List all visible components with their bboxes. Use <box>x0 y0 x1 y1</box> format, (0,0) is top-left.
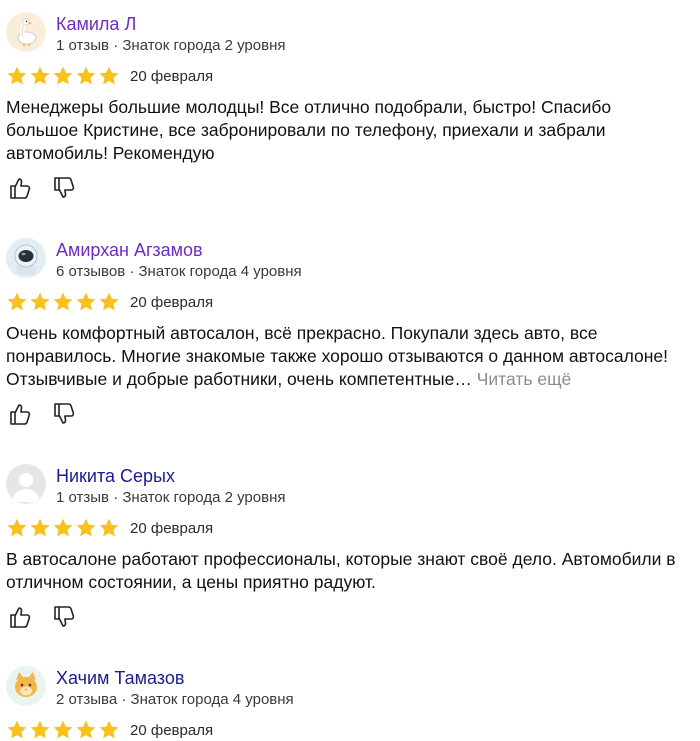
review-actions <box>8 604 78 630</box>
star-icon <box>99 720 119 739</box>
thumbs-up-icon[interactable] <box>8 401 34 427</box>
astronaut-avatar-icon[interactable] <box>6 238 46 278</box>
thumbs-down-icon[interactable] <box>52 604 78 630</box>
star-rating <box>6 719 120 741</box>
reviewer-meta: 6 отзывов · Знаток города 4 уровня <box>56 263 302 280</box>
star-icon <box>99 292 119 311</box>
star-icon <box>53 518 73 537</box>
rating-row: 20 февраля <box>6 719 213 741</box>
star-icon <box>30 518 50 537</box>
star-icon <box>7 518 27 537</box>
reviewer-meta: 2 отзыва · Знаток города 4 уровня <box>56 691 294 708</box>
star-rating <box>6 65 120 87</box>
star-icon <box>99 518 119 537</box>
star-icon <box>30 292 50 311</box>
default-user-avatar-icon[interactable] <box>6 464 46 504</box>
review-text: В автосалоне работают профессионалы, кот… <box>6 549 676 592</box>
reviewer-name[interactable]: Хачим Тамазов <box>56 668 184 688</box>
star-icon <box>76 720 96 739</box>
star-rating <box>6 291 120 313</box>
thumbs-down-icon[interactable] <box>52 401 78 427</box>
review-date: 20 февраля <box>130 293 214 311</box>
review-date: 20 февраля <box>130 519 214 537</box>
reviewer-name[interactable]: Никита Серых <box>56 466 175 486</box>
star-icon <box>53 292 73 311</box>
star-icon <box>7 720 27 739</box>
star-icon <box>53 720 73 739</box>
star-icon <box>30 720 50 739</box>
star-icon <box>76 292 96 311</box>
star-icon <box>76 518 96 537</box>
star-icon <box>7 292 27 311</box>
rating-row: 20 февраля <box>6 291 213 313</box>
thumbs-down-icon[interactable] <box>52 175 78 201</box>
goose-avatar-icon[interactable] <box>6 12 46 52</box>
star-icon <box>7 66 27 85</box>
reviewer-meta: 1 отзыв · Знаток города 2 уровня <box>56 489 286 506</box>
reviewer-name[interactable]: Амирхан Агзамов <box>56 240 203 260</box>
thumbs-up-icon[interactable] <box>8 175 34 201</box>
reviewer-name[interactable]: Камила Л <box>56 14 136 34</box>
rating-row: 20 февраля <box>6 517 213 539</box>
read-more-link[interactable]: Читать ещё <box>477 369 571 389</box>
review-date: 20 февраля <box>130 67 214 85</box>
review-actions <box>8 401 78 427</box>
review-text: Менеджеры большие молодцы! Все отлично п… <box>6 97 612 163</box>
star-icon <box>30 66 50 85</box>
star-icon <box>53 66 73 85</box>
star-icon <box>99 66 119 85</box>
review-text: Очень комфортный автосалон, всё прекрасн… <box>6 322 686 391</box>
rating-row: 20 февраля <box>6 65 213 87</box>
star-icon <box>76 66 96 85</box>
star-rating <box>6 517 120 539</box>
reviewer-meta: 1 отзыв · Знаток города 2 уровня <box>56 37 286 54</box>
review-date: 20 февраля <box>130 721 214 739</box>
thumbs-up-icon[interactable] <box>8 604 34 630</box>
cat-avatar-icon[interactable] <box>6 666 46 706</box>
review-actions <box>8 175 78 201</box>
